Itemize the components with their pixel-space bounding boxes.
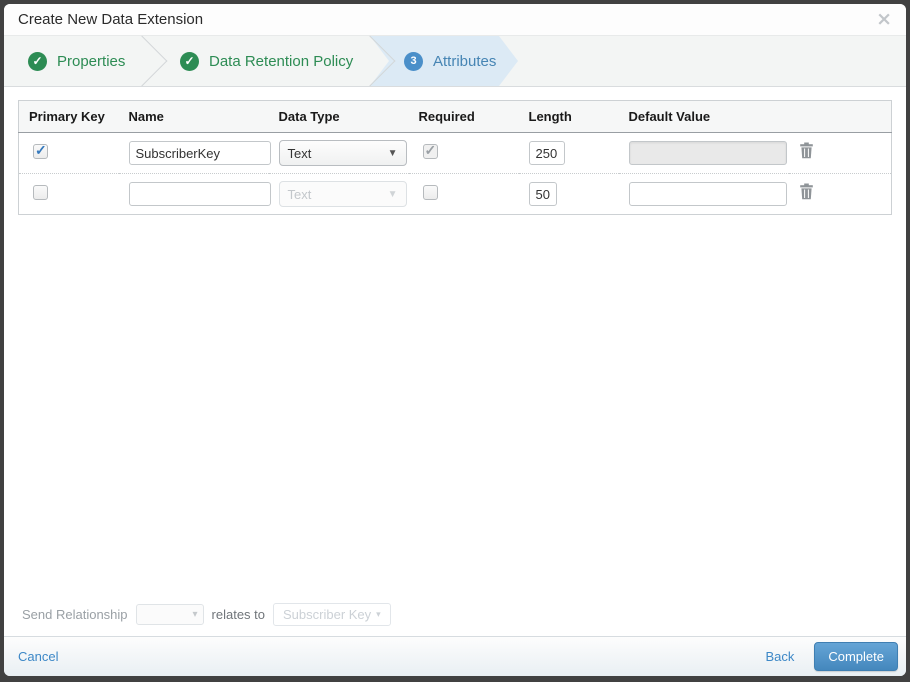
name-input[interactable] [128,182,271,206]
create-data-extension-modal: Create New Data Extension × Properties D… [4,4,906,676]
header-primary-key: Primary Key [18,100,119,133]
header-data-type: Data Type [268,100,409,133]
step-number-badge: 3 [404,52,423,71]
attribute-row: Text ▼ [19,133,892,174]
default-value-input[interactable] [628,182,787,206]
length-input[interactable] [528,141,565,165]
header-default-value: Default Value [618,100,789,133]
step-properties[interactable]: Properties [4,35,168,87]
delete-row-button[interactable] [799,142,814,162]
close-icon[interactable]: × [876,10,892,29]
header-actions [788,100,892,133]
modal-title: Create New Data Extension [18,11,204,28]
send-relationship-row: Send Relationship ▾ relates to Subscribe… [18,597,892,636]
modal-titlebar: Create New Data Extension × [4,4,906,36]
delete-row-button[interactable] [799,183,814,203]
check-icon [180,51,199,71]
header-name: Name [118,100,269,133]
step-data-retention-policy[interactable]: Data Retention Policy [142,35,396,87]
required-checkbox[interactable] [422,185,438,200]
trash-icon [799,142,814,162]
cancel-link[interactable]: Cancel [18,649,58,664]
subscriber-key-select: Subscriber Key ▾ [273,603,391,626]
step-attributes-label: Attributes [433,52,497,70]
check-icon [28,51,47,71]
chevron-down-icon: ▾ [192,609,198,620]
primary-key-checkbox[interactable] [33,142,48,159]
back-link[interactable]: Back [765,649,794,664]
step-data-retention-label: Data Retention Policy [209,52,354,70]
chevron-down-icon: ▼ [387,147,398,159]
complete-button[interactable]: Complete [814,642,898,671]
required-checkbox [422,142,438,159]
header-length: Length [518,100,619,133]
step-properties-label: Properties [57,52,126,70]
data-type-value: Text [287,186,312,202]
relates-to-label: relates to [211,607,266,622]
modal-footer: Cancel Back Complete [4,636,906,676]
primary-key-checkbox[interactable] [33,185,48,200]
data-type-select[interactable]: Text ▼ [278,140,407,166]
trash-icon [799,183,814,203]
data-type-value: Text [287,145,312,161]
footer-actions: Back Complete [765,642,898,671]
wizard-steps: Properties Data Retention Policy 3 Attri… [4,35,906,87]
length-input[interactable] [528,182,557,206]
default-value-input [628,141,787,165]
data-type-select: Text ▼ [278,181,407,207]
send-relationship-label: Send Relationship [22,607,128,622]
attributes-panel: Primary Key Name Data Type Required Leng… [4,87,906,636]
send-relationship-field-select: ▾ [135,604,204,625]
step-attributes[interactable]: 3 Attributes [370,36,518,86]
chevron-down-icon: ▾ [376,609,381,619]
header-required: Required [408,100,519,133]
subscriber-key-value: Subscriber Key [283,607,372,622]
chevron-down-icon: ▼ [387,188,398,200]
name-input[interactable] [128,141,271,165]
attributes-table: Primary Key Name Data Type Required Leng… [18,100,892,215]
attribute-row: Text ▼ [18,173,892,215]
table-header-row: Primary Key Name Data Type Required Leng… [18,100,892,133]
